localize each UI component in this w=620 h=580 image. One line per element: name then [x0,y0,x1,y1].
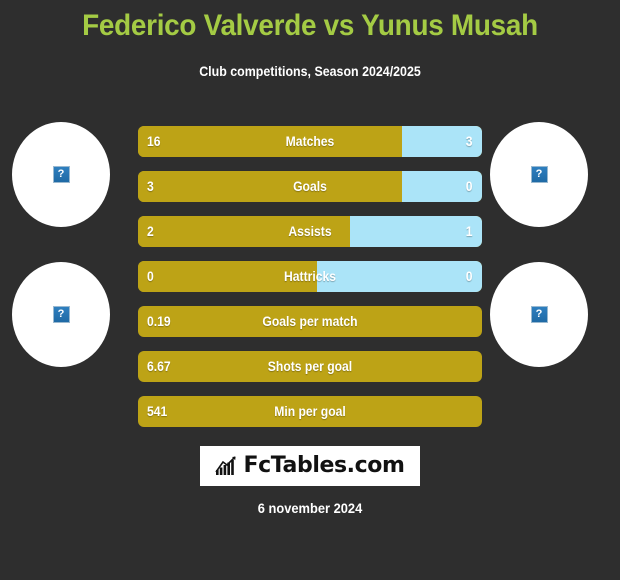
footer-date: 6 november 2024 [257,500,363,516]
stat-value-away: 0 [466,269,473,284]
stat-label: Goals per match [262,314,358,329]
stat-row: 541 Min per goal [138,396,482,427]
stat-value-home: 2 [147,224,154,239]
stat-label: Shots per goal [267,359,353,374]
broken-image-icon: ? [52,306,70,323]
logo-text: FcTables.com [243,453,405,478]
stat-row: 0 0 Hattricks [138,261,482,292]
stat-row: 16 3 Matches [138,126,482,157]
broken-image-icon: ? [52,166,70,183]
avatar-home-top: ? [12,122,110,227]
stat-label: Goals [293,179,327,194]
stat-value-away: 1 [466,224,473,239]
stat-value-home: 3 [147,179,154,194]
stat-value-home: 0 [147,269,154,284]
stat-row: 2 1 Assists [138,216,482,247]
page-title: Federico Valverde vs Yunus Musah [82,9,538,42]
stat-row: 3 0 Goals [138,171,482,202]
page-header: Federico Valverde vs Yunus Musah Club co… [0,0,620,79]
broken-image-icon: ? [530,166,548,183]
fctables-logo[interactable]: FcTables.com [200,446,420,486]
stats-comparison-list: 16 3 Matches 3 0 Goals 2 1 Assists 0 0 Hattricks 0.1… [138,126,482,441]
stat-value-away: 3 [466,134,473,149]
stat-label: Min per goal [274,404,346,419]
broken-image-icon: ? [530,306,548,323]
page-subtitle: Club competitions, Season 2024/2025 [199,64,421,79]
avatar-away-top: ? [490,122,588,227]
avatar-home-bottom: ? [12,262,110,367]
bar-chart-growth-icon [215,456,237,475]
stat-row: 6.67 Shots per goal [138,351,482,382]
stat-label: Assists [288,224,332,239]
stat-label: Hattricks [283,269,337,284]
stat-value-away: 0 [466,179,473,194]
stat-label: Matches [285,134,335,149]
stat-row: 0.19 Goals per match [138,306,482,337]
avatar-away-bottom: ? [490,262,588,367]
